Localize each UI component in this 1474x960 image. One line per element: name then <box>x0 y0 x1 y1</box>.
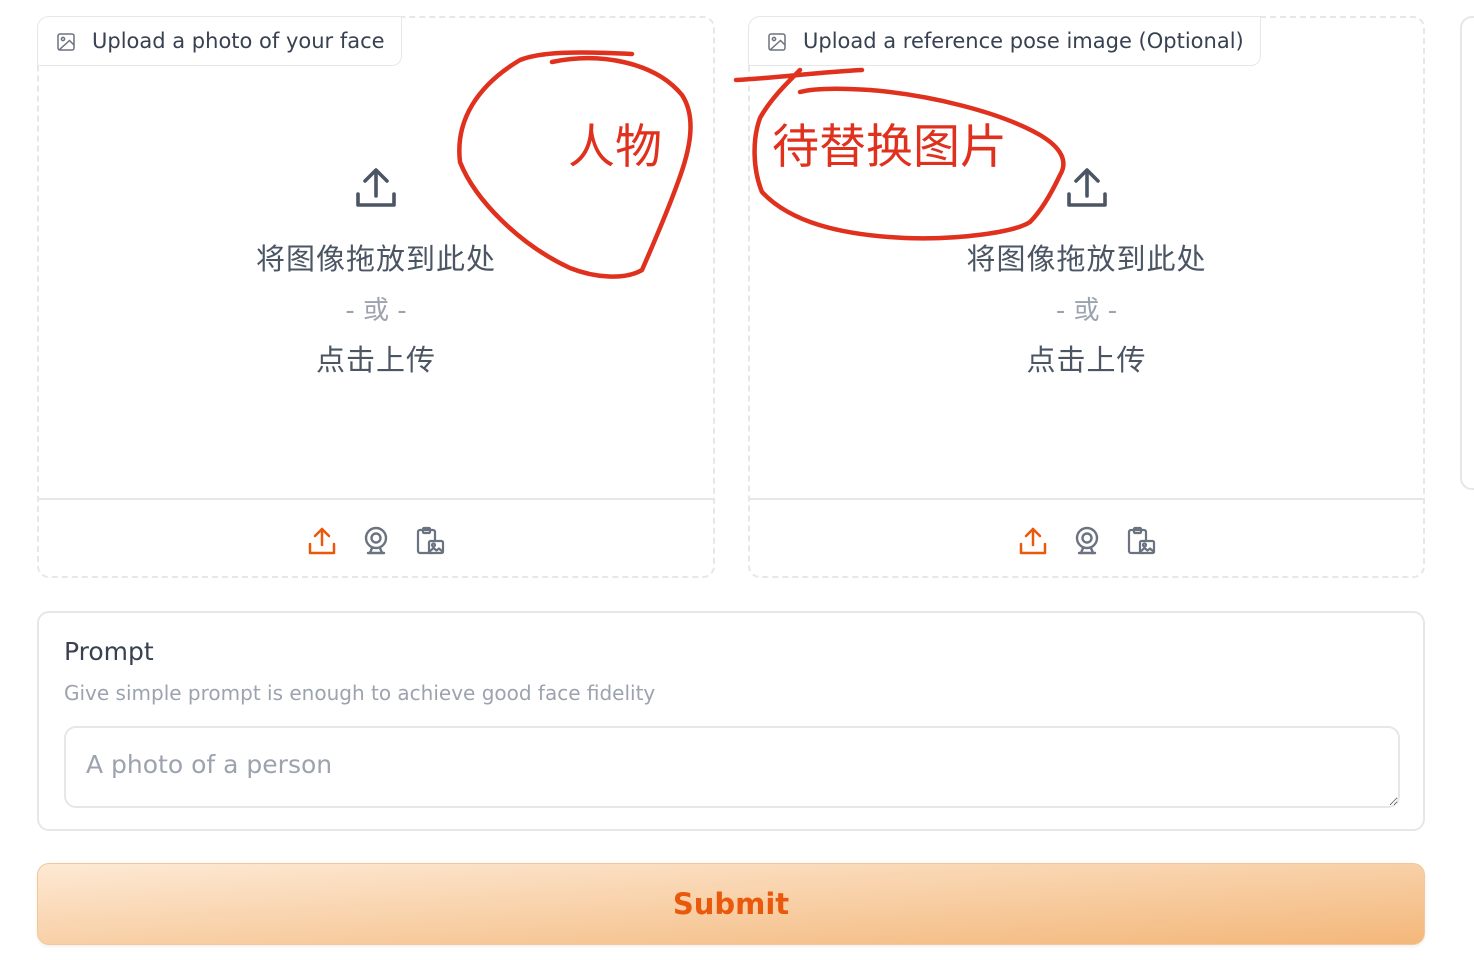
face-upload-panel: Upload a photo of your face 将图像拖放到此处 - 或… <box>37 16 715 578</box>
pose-upload-label: Upload a reference pose image (Optional) <box>748 16 1261 66</box>
pose-drop-text: 将图像拖放到此处 <box>966 242 1207 276</box>
face-webcam-source-button[interactable] <box>359 524 393 558</box>
upload-icon <box>356 168 396 207</box>
face-panel-divider <box>39 498 713 500</box>
webcam-icon <box>1075 526 1098 555</box>
pose-or-text: - 或 - <box>1055 296 1118 326</box>
pose-source-toolbar <box>750 524 1423 558</box>
face-dropzone[interactable]: 将图像拖放到此处 - 或 - 点击上传 <box>39 66 713 496</box>
face-click-text: 点击上传 <box>315 343 436 377</box>
face-source-toolbar <box>39 524 713 558</box>
pose-click-text: 点击上传 <box>1026 343 1147 377</box>
pose-webcam-source-button[interactable] <box>1070 524 1104 558</box>
pose-clipboard-source-button[interactable] <box>1124 524 1158 558</box>
pose-panel-divider <box>750 498 1423 500</box>
face-drop-text: 将图像拖放到此处 <box>255 242 496 276</box>
face-clipboard-source-button[interactable] <box>413 524 447 558</box>
webcam-icon <box>364 526 388 555</box>
image-icon <box>57 33 75 51</box>
prompt-info: Give simple prompt is enough to achieve … <box>64 681 656 705</box>
pose-upload-source-button[interactable] <box>1016 524 1050 558</box>
pose-upload-panel: Upload a reference pose image (Optional)… <box>748 16 1425 578</box>
prompt-textarea[interactable] <box>64 726 1400 808</box>
upload-icon <box>1019 527 1046 555</box>
face-or-text: - 或 - <box>345 296 407 326</box>
clipboard-icon <box>416 526 445 555</box>
face-upload-label-text: Upload a photo of your face <box>92 29 385 53</box>
upload-icon <box>1066 168 1107 207</box>
image-icon <box>768 33 786 51</box>
face-upload-label: Upload a photo of your face <box>37 16 402 66</box>
pose-dropzone[interactable]: 将图像拖放到此处 - 或 - 点击上传 <box>750 66 1423 496</box>
prompt-block: Prompt Give simple prompt is enough to a… <box>37 611 1425 831</box>
submit-button[interactable]: Submit <box>37 863 1425 945</box>
offscreen-panel-edge <box>1460 16 1474 490</box>
prompt-label: Prompt <box>64 637 154 666</box>
upload-icon <box>308 527 336 555</box>
pose-upload-label-text: Upload a reference pose image (Optional) <box>803 29 1244 53</box>
face-upload-source-button[interactable] <box>305 524 339 558</box>
clipboard-icon <box>1127 526 1155 555</box>
